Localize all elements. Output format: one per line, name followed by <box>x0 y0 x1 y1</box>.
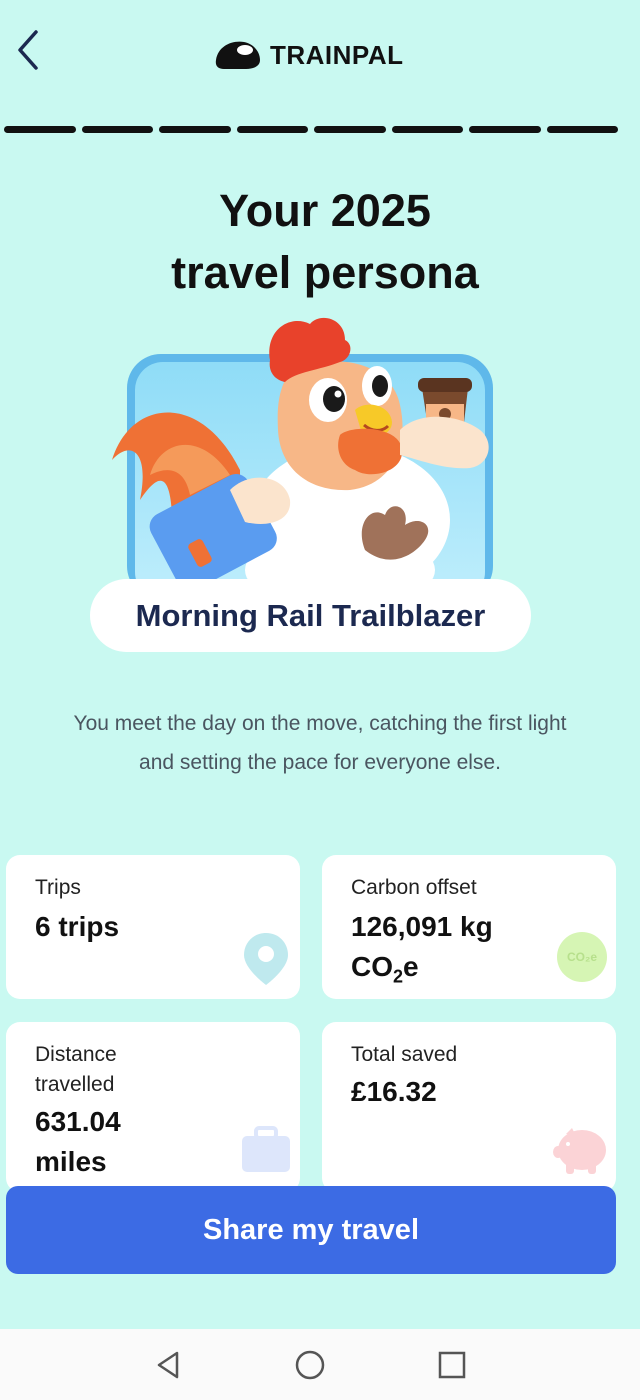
page-title: Your 2025 travel persona <box>40 180 610 304</box>
title-line-1: Your 2025 <box>219 185 431 236</box>
title-line-2: travel persona <box>171 247 479 298</box>
brand-name: TRAINPAL <box>270 39 404 70</box>
stat-card-saved: Total saved £16.32 <box>322 1022 616 1192</box>
story-progress <box>4 126 618 133</box>
distance-value-line-1: 631.04 <box>35 1106 121 1137</box>
progress-segment <box>236 126 308 133</box>
back-button[interactable] <box>10 28 50 72</box>
distance-label-line-1: Distance <box>35 1043 117 1066</box>
progress-segment <box>4 126 76 133</box>
progress-segment <box>391 126 463 133</box>
suitcase-icon <box>242 1126 290 1172</box>
progress-segment <box>546 126 618 133</box>
distance-label-line-2: travelled <box>35 1073 115 1096</box>
description-line-2: and setting the pace for everyone else. <box>139 751 501 774</box>
piggy-bank-icon <box>553 1128 606 1174</box>
recents-square-icon[interactable] <box>436 1349 468 1381</box>
header: TRAINPAL <box>0 0 640 110</box>
distance-label: Distance travelled <box>35 1040 117 1100</box>
share-travel-button[interactable]: Share my travel <box>6 1186 616 1274</box>
progress-segment <box>314 126 386 133</box>
home-circle-icon[interactable] <box>294 1349 326 1381</box>
saved-value: £16.32 <box>351 1076 437 1107</box>
progress-segment <box>469 126 541 133</box>
co2-badge-text: CO₂e <box>566 950 597 964</box>
distance-value-line-2: miles <box>35 1146 107 1177</box>
carbon-unit-co: CO <box>351 951 393 982</box>
persona-illustration <box>100 300 520 610</box>
co2-badge-icon: CO₂e <box>557 932 607 982</box>
location-pin-icon <box>244 933 288 985</box>
carbon-unit-e: e <box>403 951 419 982</box>
trips-label: Trips <box>35 876 81 899</box>
carbon-value: 126,091 kg CO2e <box>351 907 493 997</box>
description-line-1: You meet the day on the move, catching t… <box>73 712 567 735</box>
chevron-left-icon <box>18 30 38 70</box>
train-logo-icon <box>215 41 260 69</box>
progress-segment <box>159 126 231 133</box>
back-triangle-icon[interactable] <box>153 1349 185 1381</box>
carbon-value-line-2: CO2e <box>351 947 493 997</box>
stat-card-distance: Distance travelled 631.04 miles <box>6 1022 300 1192</box>
persona-name-badge: Morning Rail Trailblazer <box>90 579 531 652</box>
system-navigation-bar <box>0 1329 640 1400</box>
trips-value: 6 trips <box>35 911 120 942</box>
persona-description: You meet the day on the move, catching t… <box>20 704 620 782</box>
carbon-value-line-1: 126,091 kg <box>351 911 493 942</box>
progress-segment <box>81 126 153 133</box>
carbon-label: Carbon offset <box>351 876 477 899</box>
stat-card-carbon: Carbon offset 126,091 kg CO2e CO₂e <box>322 855 616 999</box>
saved-label: Total saved <box>351 1043 458 1066</box>
trainpal-logo: TRAINPAL <box>214 38 404 72</box>
carbon-unit-sub: 2 <box>393 966 404 987</box>
distance-value: 631.04 miles <box>35 1102 121 1182</box>
stat-card-trips: Trips 6 trips <box>6 855 300 999</box>
